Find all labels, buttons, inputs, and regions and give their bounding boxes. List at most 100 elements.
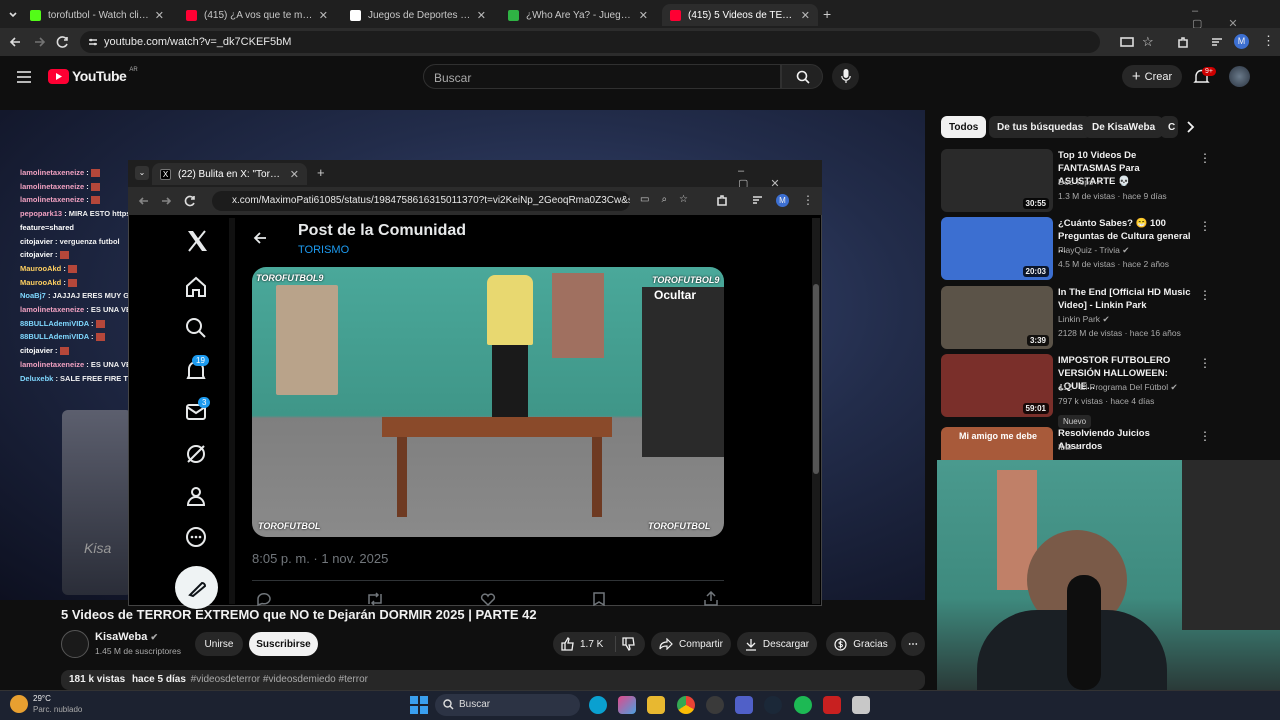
- window-controls[interactable]: –▢✕: [1192, 5, 1280, 30]
- youtube-search-input[interactable]: Buscar: [423, 64, 781, 89]
- subscribe-button[interactable]: Suscribirse: [249, 632, 318, 656]
- recommended-video[interactable]: 20:03 ¿Cuánto Sabes? 😁 100 Preguntas de C…: [941, 217, 1211, 283]
- browser-tab[interactable]: (415) 5 Videos de TERROR EXTR ✕: [662, 4, 818, 26]
- chat-username[interactable]: MaurooAkd: [20, 278, 61, 287]
- video-thumbnail[interactable]: 20:03: [941, 217, 1053, 280]
- back-arrow-icon[interactable]: [252, 230, 268, 246]
- extensions-icon[interactable]: [716, 194, 728, 206]
- chat-username[interactable]: Deluxebk: [20, 374, 53, 383]
- chat-username[interactable]: citojavier: [20, 346, 53, 355]
- like-heart-icon[interactable]: [480, 592, 496, 606]
- compose-post-button[interactable]: [175, 566, 218, 609]
- browser-menu-icon[interactable]: ⋮: [1262, 33, 1275, 49]
- close-tab-icon[interactable]: ✕: [477, 9, 486, 22]
- x-tab[interactable]: X (22) Bulita en X: "Toro se quedó ✕: [152, 163, 307, 185]
- youtube-logo[interactable]: YouTube AR: [48, 67, 138, 84]
- chat-username[interactable]: lamolinetaxeneize: [20, 168, 84, 177]
- x-sidebar-scrollbar[interactable]: [229, 218, 235, 604]
- hashtags[interactable]: #videosdeterror #videosdemiedo #terror: [191, 674, 368, 685]
- teams-icon[interactable]: [735, 696, 753, 714]
- close-tab-icon[interactable]: ✕: [639, 9, 648, 22]
- close-tab-icon[interactable]: ✕: [801, 9, 810, 22]
- post-timestamp[interactable]: 8:05 p. m. · 1 nov. 2025: [252, 551, 388, 566]
- bookmark-star-icon[interactable]: ☆: [1142, 34, 1154, 50]
- spotify-icon[interactable]: [794, 696, 812, 714]
- profile-person-icon[interactable]: [184, 484, 210, 510]
- file-explorer-icon[interactable]: [647, 696, 665, 714]
- recommended-channel[interactable]: PlayQuiz - Trivia ✔: [1058, 245, 1129, 256]
- chevron-right-icon[interactable]: [1185, 121, 1195, 133]
- more-vertical-icon[interactable]: ⋮: [1199, 356, 1211, 370]
- home-icon[interactable]: [184, 275, 210, 301]
- chat-username[interactable]: NoaBj7: [20, 291, 46, 300]
- dislike-button[interactable]: [622, 637, 636, 651]
- forward-icon[interactable]: [33, 35, 47, 49]
- new-tab-icon[interactable]: +: [823, 6, 831, 22]
- browser-tab[interactable]: ¿Who Are Ya? - Juego de Quiz ✕: [500, 4, 656, 26]
- recommended-channel[interactable]: 412 - El Programa Del Fútbol ✔: [1058, 382, 1178, 393]
- github-icon[interactable]: [706, 696, 724, 714]
- browser-profile-avatar[interactable]: M: [1234, 34, 1249, 49]
- browser-tab[interactable]: torofutbol - Watch clips on Kick ✕: [22, 4, 172, 26]
- windows-start-icon[interactable]: [410, 696, 428, 714]
- chat-username[interactable]: citojavier: [20, 250, 53, 259]
- close-tab-icon[interactable]: ✕: [155, 9, 164, 22]
- hide-button[interactable]: Ocultar: [654, 288, 696, 302]
- repost-icon[interactable]: [366, 592, 384, 606]
- video-thumbnail[interactable]: 3:39: [941, 286, 1053, 349]
- chat-username[interactable]: lamolinetaxeneize: [20, 195, 84, 204]
- media-icon[interactable]: [1210, 35, 1224, 49]
- chat-username[interactable]: lamolinetaxeneize: [20, 182, 84, 191]
- more-actions-button[interactable]: ⋯: [901, 632, 925, 656]
- steam-icon[interactable]: [764, 696, 782, 714]
- recommended-channel[interactable]: Doc Tops ✔: [1058, 177, 1103, 188]
- create-button[interactable]: + Crear: [1122, 65, 1182, 88]
- recommended-video[interactable]: 30:55 Top 10 Videos De FANTASMAS Para ASU…: [941, 149, 1211, 215]
- video-thumbnail[interactable]: 59:01: [941, 354, 1053, 417]
- close-tab-icon[interactable]: ✕: [319, 9, 328, 22]
- recommended-video[interactable]: 59:01 IMPOSTOR FUTBOLERO VERSIÓN HALLOWEE…: [941, 354, 1211, 428]
- more-vertical-icon[interactable]: ⋮: [1199, 429, 1211, 443]
- reply-icon[interactable]: [256, 592, 272, 606]
- voice-search-button[interactable]: [832, 63, 859, 90]
- filter-chip[interactable]: Todos: [941, 116, 987, 138]
- more-vertical-icon[interactable]: ⋮: [1199, 288, 1211, 302]
- copilot-icon[interactable]: [618, 696, 636, 714]
- site-info-icon[interactable]: [87, 36, 99, 48]
- more-vertical-icon[interactable]: ⋮: [1199, 219, 1211, 233]
- url-bar[interactable]: youtube.com/watch?v=_dk7CKEF5bM: [80, 31, 1100, 53]
- channel-name[interactable]: KisaWeba ✔: [95, 631, 158, 643]
- weather-temp[interactable]: 29°C: [33, 694, 51, 703]
- filter-chip[interactable]: De KisaWeba: [1084, 116, 1164, 138]
- taskbar-search-box[interactable]: Buscar: [435, 694, 580, 716]
- grok-icon[interactable]: [184, 442, 210, 468]
- video-description-box[interactable]: 181 k vistas hace 5 días #videosdeterror…: [61, 670, 925, 690]
- chat-username[interactable]: 88BULLAdemiVIDA: [20, 332, 89, 341]
- back-icon[interactable]: [138, 195, 150, 207]
- browser-menu-icon[interactable]: ⋮: [802, 193, 814, 207]
- explore-search-icon[interactable]: [184, 316, 210, 342]
- recommended-video[interactable]: 3:39 In The End [Official HD Music Video]…: [941, 286, 1211, 352]
- youtube-search-button[interactable]: [781, 64, 823, 89]
- post-video[interactable]: TOROFUTBOL9 TOROFUTBOL9 Ocultar TOROFUTB…: [252, 267, 724, 537]
- chat-username[interactable]: pepopark13: [20, 209, 62, 218]
- chat-username[interactable]: feature=shared: [20, 223, 74, 232]
- like-button[interactable]: 1.7 K: [561, 637, 603, 651]
- chrome-icon[interactable]: [677, 696, 695, 714]
- chat-username[interactable]: lamolinetaxeneize: [20, 305, 84, 314]
- bookmark-icon[interactable]: [593, 592, 605, 606]
- reload-icon[interactable]: [184, 195, 196, 207]
- media-icon[interactable]: [752, 194, 764, 206]
- filter-chip[interactable]: De tus búsquedas: [989, 116, 1092, 138]
- tab-list-icon[interactable]: [6, 7, 20, 21]
- channel-avatar[interactable]: [61, 630, 89, 658]
- x-toolbar-icons[interactable]: ▭⌕☆: [640, 194, 700, 205]
- share-button[interactable]: Compartir: [651, 632, 731, 656]
- x-profile-avatar[interactable]: M: [776, 194, 789, 207]
- new-tab-icon[interactable]: +: [317, 165, 325, 180]
- user-avatar[interactable]: [1229, 66, 1250, 87]
- browser-tab[interactable]: Juegos de Deportes | Juego de ✕: [342, 4, 494, 26]
- more-vertical-icon[interactable]: ⋮: [1199, 151, 1211, 165]
- tab-list-icon[interactable]: ⌄: [135, 166, 149, 180]
- filter-chip[interactable]: C: [1160, 116, 1178, 138]
